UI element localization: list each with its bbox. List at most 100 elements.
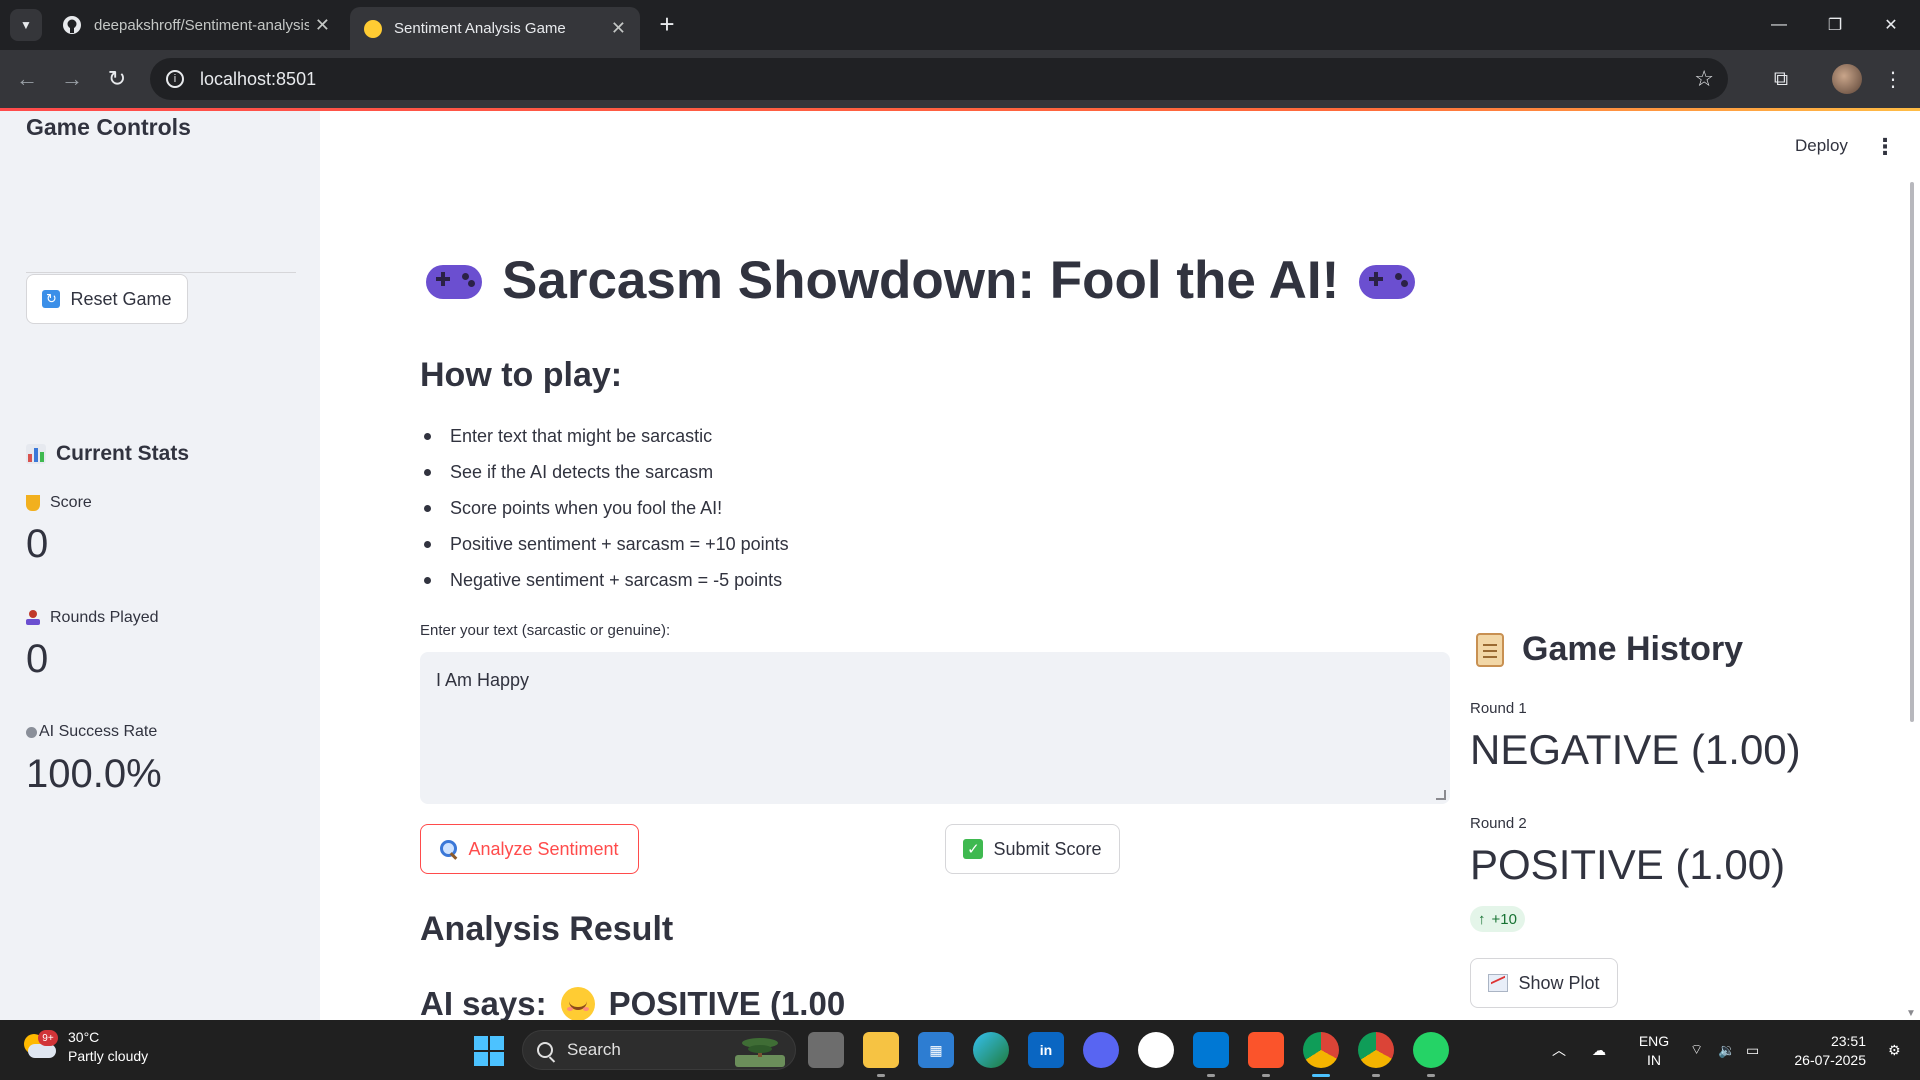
language-indicator[interactable]: ENG IN [1636,1032,1672,1070]
scroll-down-arrow-icon[interactable]: ▼ [1906,1008,1916,1019]
text-input-label: Enter your text (sarcastic or genuine): [420,622,671,639]
chrome-icon[interactable] [1303,1032,1339,1068]
search-highlight-icon [735,1038,785,1067]
windows-start-button[interactable] [474,1036,504,1066]
reset-game-label: Reset Game [70,288,172,309]
analyze-sentiment-button[interactable]: Analyze Sentiment [420,824,639,874]
weather-widget[interactable]: 9+ 30°C Partly cloudy [22,1028,148,1066]
text-input-value: I Am Happy [436,670,530,690]
weather-desc: Partly cloudy [68,1048,149,1064]
sidebar-divider [26,272,296,273]
browser-tabbar: ▼ deepakshroff/Sentiment-analysis ✕ Sent… [0,0,1920,50]
stats-heading: Current Stats [26,442,189,466]
tab-title: Sentiment Analysis Game [394,20,566,37]
notification-icon[interactable]: ⚙ [1888,1020,1901,1080]
back-button[interactable]: ← [10,62,44,96]
round-label: Round 2 [1470,815,1527,832]
microsoft-store-icon[interactable]: ▦ [918,1032,954,1068]
discord-icon[interactable] [1083,1032,1119,1068]
bar-chart-icon [26,444,46,464]
close-icon[interactable]: ✕ [611,18,626,39]
task-view-icon[interactable] [808,1032,844,1068]
browser-menu-icon[interactable]: ⋮ [1876,62,1910,96]
clock-time: 23:51 [1830,1033,1866,1049]
joystick-icon [26,610,40,626]
bookmark-star-icon[interactable]: ☆ [1694,66,1714,92]
sentiment-text-input[interactable]: I Am Happy [420,652,1450,804]
linkedin-icon[interactable]: in [1028,1032,1064,1068]
language-line2: IN [1647,1052,1661,1068]
reset-game-button[interactable]: ↻ Reset Game [26,274,188,324]
forward-button[interactable]: → [55,62,89,96]
wifi-icon[interactable]: ⌔ [1690,1020,1703,1080]
volume-icon[interactable]: 🔉 [1718,1020,1735,1080]
trophy-icon [26,495,40,511]
ai-result: AI says: POSITIVE (1.00 [420,985,845,1023]
chrome-profile-icon[interactable] [1358,1032,1394,1068]
list-item: Score points when you fool the AI! [420,492,789,528]
rules-list: Enter text that might be sarcastic See i… [420,420,789,600]
app-menu-icon[interactable]: ⋮ [1874,134,1896,160]
metric-rounds-label: Rounds Played [26,609,159,627]
window-close-button[interactable]: ✕ [1862,0,1920,50]
edge-icon[interactable] [973,1032,1009,1068]
show-plot-label: Show Plot [1518,972,1600,993]
arrow-up-icon: ↑ [1478,910,1486,928]
round-value: NEGATIVE (1.00) [1470,726,1801,773]
whatsapp-icon[interactable] [1413,1032,1449,1068]
taskbar-search[interactable]: Search [522,1030,796,1070]
ai-says-prefix: AI says: [420,985,547,1022]
taskbar-indicator [1372,1074,1380,1077]
reload-button[interactable]: ↻ [100,62,134,96]
sidebar-heading: Game Controls [26,114,191,140]
metric-score-label: Score [26,494,92,512]
submit-score-button[interactable]: ✓ Submit Score [945,824,1120,874]
tab-sentiment-game[interactable]: Sentiment Analysis Game ✕ [350,7,640,50]
chevron-down-icon: ▼ [20,18,32,32]
list-item: Negative sentiment + sarcasm = -5 points [420,564,789,600]
taskbar-indicator-active [1312,1074,1330,1077]
scrollbar[interactable] [1910,182,1914,722]
tab-github[interactable]: deepakshroff/Sentiment-analysis ✕ [48,7,344,43]
robot-icon [26,726,37,738]
deploy-button[interactable]: Deploy [1795,136,1848,156]
resize-handle-icon[interactable] [1436,790,1446,800]
file-explorer-icon[interactable] [863,1032,899,1068]
score-delta-badge: ↑ +10 [1470,906,1525,932]
new-tab-button[interactable]: + [652,10,682,40]
address-bar[interactable]: i localhost:8501 ☆ [150,58,1728,100]
battery-icon[interactable]: ▭ [1746,1020,1759,1080]
weather-badge: 9+ [38,1030,58,1046]
how-to-play-heading: How to play: [420,356,623,394]
close-icon[interactable]: ✕ [315,15,330,36]
taskbar-search-label: Search [567,1040,621,1059]
gamepad-icon [1359,259,1416,303]
gamepad-icon [426,259,482,303]
avatar[interactable] [1832,64,1862,94]
github-icon [63,16,81,34]
stats-heading-text: Current Stats [56,442,190,465]
taskbar-indicator [1427,1074,1435,1077]
vscode-icon[interactable] [1193,1032,1229,1068]
clock-date: 26-07-2025 [1794,1052,1866,1068]
site-info-icon[interactable]: i [166,70,184,88]
tab-search-button[interactable]: ▼ [10,9,42,41]
analysis-result-heading: Analysis Result [420,910,674,948]
smiley-icon [560,987,595,1021]
chevron-up-icon[interactable]: ︿ [1552,1020,1566,1080]
weather-temp: 30°C [68,1029,100,1045]
show-plot-button[interactable]: Show Plot [1470,958,1618,1008]
github-desktop-icon[interactable] [1138,1032,1174,1068]
system-clock[interactable]: 23:51 26-07-2025 [1782,1032,1866,1070]
restore-button[interactable]: ❐ [1806,0,1864,50]
check-icon: ✓ [963,839,984,859]
metric-label-text: Score [50,494,92,511]
minimize-button[interactable]: — [1750,0,1808,50]
brave-icon[interactable] [1248,1032,1284,1068]
page-title: Sarcasm Showdown: Fool the AI! [426,250,1416,311]
metric-score-value: 0 [26,522,49,566]
list-item: Enter text that might be sarcastic [420,420,789,456]
extensions-icon[interactable]: ⧉ [1764,62,1798,96]
list-item: Positive sentiment + sarcasm = +10 point… [420,528,789,564]
onedrive-icon[interactable]: ☁ [1592,1020,1606,1080]
